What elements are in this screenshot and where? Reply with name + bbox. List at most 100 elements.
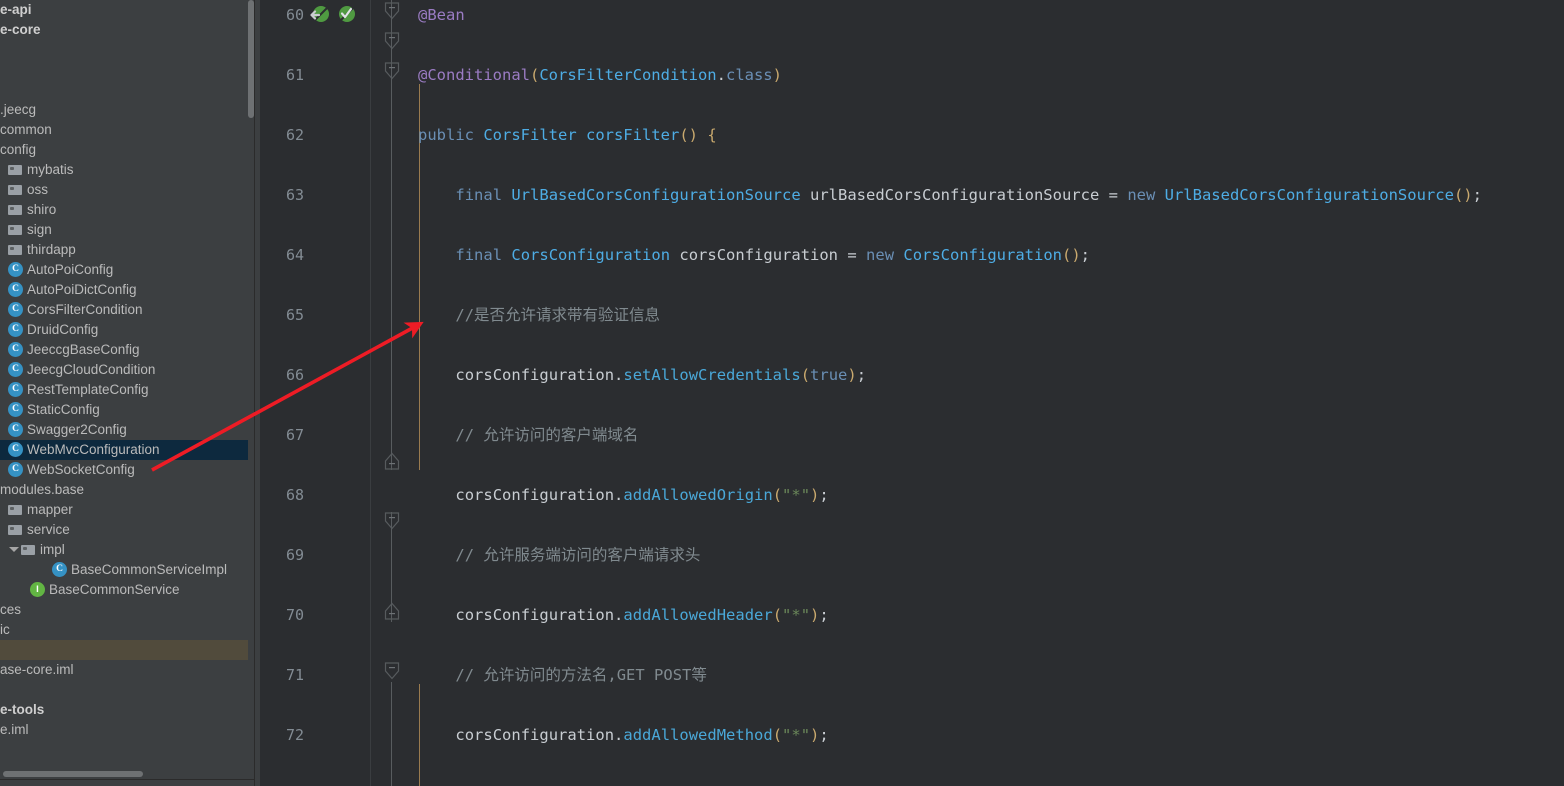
tree-item-shiro[interactable]: shiro [0,200,248,220]
sidebar-horizontal-scrollbar[interactable] [3,771,143,777]
code-token: = [847,246,867,264]
tree-item-druidconfig[interactable]: DruidConfig [0,320,248,340]
tree-item-mybatis[interactable]: mybatis [0,160,248,180]
code-fold-marker[interactable] [384,662,400,680]
tree-item-label: WebSocketConfig [27,462,135,477]
line-number: 61 [285,66,304,84]
line-number: 60 [285,6,304,24]
tree-item-label: DruidConfig [27,322,99,337]
ide-window: e-api e-core .jeecg common config mybatis oss s… [0,0,1564,786]
code-line[interactable]: 70 corsConfiguration.addAllowedHeader("*"… [260,600,1564,630]
code-token: corsConfiguration [679,246,848,264]
tree-item-jeecg[interactable]: .jeecg [0,100,248,120]
tree-item-impl[interactable]: impl [0,540,248,560]
tree-item-e-tools[interactable]: e-tools [0,700,248,720]
code-token: "*" [782,606,811,624]
tree-item-label: config [0,142,37,157]
chevron-down-icon[interactable] [8,544,19,555]
tree-item-ic[interactable]: ic [0,620,248,640]
code-line[interactable]: 65 //是否允许请求带有验证信息 [260,300,1564,330]
tree-item-blank[interactable] [0,80,248,100]
class-icon [8,262,23,277]
tree-item-common[interactable]: common [0,120,248,140]
code-token: CorsConfiguration [903,246,1062,264]
code-line[interactable]: 68 corsConfiguration.addAllowedOrigin("*"… [260,480,1564,510]
tree-item-label: StaticConfig [27,402,100,417]
tree-item-sign[interactable]: sign [0,220,248,240]
tree-item-label: ic [0,622,10,637]
tree-item-service[interactable]: service [0,520,248,540]
code-line[interactable]: 66 corsConfiguration.setAllowCredentials(… [260,360,1564,390]
line-number: 71 [285,666,304,684]
tree-item-label: e-api [0,2,32,17]
code-line[interactable]: 71 // 允许访问的方法名,GET POST等 [260,660,1564,690]
project-tool-window[interactable]: e-api e-core .jeecg common config mybatis oss s… [0,0,260,786]
tree-item-modules-base[interactable]: modules.base [0,480,248,500]
tree-item-autopoiconfig[interactable]: AutoPoiConfig [0,260,248,280]
line-number: 72 [285,726,304,744]
code-text: corsConfiguration.addAllowedHeader("*"); [455,600,828,630]
code-text: @Conditional(CorsFilterCondition.class) [418,60,782,90]
tree-item-jeeccgbaseconfig[interactable]: JeeccgBaseConfig [0,340,248,360]
tree-item-mapper[interactable]: mapper [0,500,248,520]
code-line[interactable]: 60 @Bean [260,0,1564,30]
code-fold-marker[interactable] [384,512,400,530]
code-token: // 允许服务端访问的客户端请求头 [455,546,701,564]
code-line[interactable]: 72 corsConfiguration.addAllowedMethod("*"… [260,720,1564,750]
code-line[interactable]: 67 // 允许访问的客户端域名 [260,420,1564,450]
code-text: urlBasedCorsConfigurationSource.register… [455,780,1289,786]
folder-icon [8,502,23,517]
tree-item-e-core[interactable]: e-core [0,20,248,40]
tree-item-oss[interactable]: oss [0,180,248,200]
tree-item-e-iml[interactable]: e.iml [0,720,248,740]
code-fold-marker[interactable] [384,62,400,80]
code-line[interactable]: 64 final CorsConfiguration corsConfigurat… [260,240,1564,270]
tree-item-blank[interactable] [0,640,248,660]
tree-item-jeecgcloudcondition[interactable]: JeecgCloudCondition [0,360,248,380]
code-token: final [455,186,512,204]
override-method-icon[interactable] [310,5,330,25]
tree-item-resttemplateconfig[interactable]: RestTemplateConfig [0,380,248,400]
tree-item-webmvcconfiguration[interactable]: WebMvcConfiguration [0,440,248,460]
tree-item-basecommonserviceimpl[interactable]: BaseCommonServiceImpl [0,560,248,580]
project-tree[interactable]: e-api e-core .jeecg common config mybatis oss s… [0,0,248,740]
tree-item-thirdapp[interactable]: thirdapp [0,240,248,260]
code-fold-marker[interactable] [384,32,400,50]
tree-item-e-api[interactable]: e-api [0,0,248,20]
code-text: @Bean [418,0,465,30]
code-token: ; [856,366,867,384]
tree-item-ces[interactable]: ces [0,600,248,620]
code-token: ; [819,486,829,504]
code-line[interactable]: 62 public CorsFilter corsFilter() { [260,120,1564,150]
tree-item-label: JeeccgBaseConfig [27,342,140,357]
tree-item-websocketconfig[interactable]: WebSocketConfig [0,460,248,480]
tree-item-basecommonservice[interactable]: BaseCommonService [0,580,248,600]
code-text: corsConfiguration.addAllowedMethod("*"); [455,720,828,750]
code-token: "*" [782,486,811,504]
code-token: new [866,246,904,264]
tree-item-blank[interactable] [0,40,248,60]
tree-item-swagger2config[interactable]: Swagger2Config [0,420,248,440]
tree-item-autopoidictconfig[interactable]: AutoPoiDictConfig [0,280,248,300]
implementing-method-icon[interactable] [336,5,356,25]
code-fold-marker[interactable] [384,602,400,620]
tree-item-label: ces [0,602,22,617]
tree-item-staticconfig[interactable]: StaticConfig [0,400,248,420]
code-line[interactable]: 73 urlBasedCorsConfigurationSource.regist… [260,780,1564,786]
code-line[interactable]: 61 @Conditional(CorsFilterCondition.class… [260,60,1564,90]
code-fold-marker[interactable] [384,452,400,470]
tree-item-blank[interactable] [0,680,248,700]
code-token: CorsFilterCondition [539,66,717,84]
code-text: corsConfiguration.setAllowCredentials(tr… [455,360,866,390]
code-line[interactable]: 69 // 允许服务端访问的客户端请求头 [260,540,1564,570]
line-number: 65 [285,306,304,324]
code-editor-pane[interactable]: 60 @Bean 61 @Conditional(CorsFilterConditio… [260,0,1564,786]
code-line[interactable]: 63 final UrlBasedCorsConfigurationSource … [260,180,1564,210]
tree-item-blank[interactable] [0,60,248,80]
code-token: corsConfiguration [455,486,615,504]
code-fold-marker[interactable] [384,2,400,20]
tree-item-ase-core-iml[interactable]: ase-core.iml [0,660,248,680]
folder-icon [8,242,23,257]
tree-item-corsfiltercondition[interactable]: CorsFilterCondition [0,300,248,320]
tree-item-config[interactable]: config [0,140,248,160]
